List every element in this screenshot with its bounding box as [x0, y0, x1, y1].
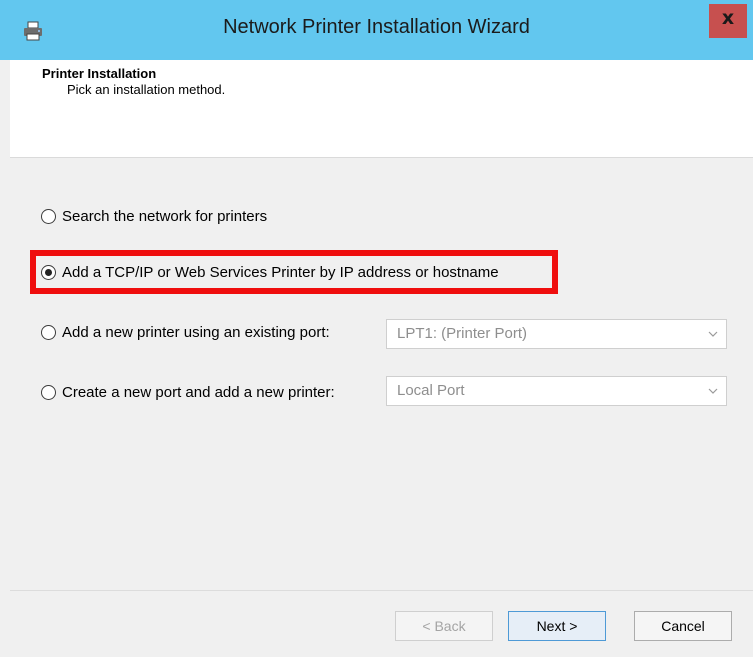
- chevron-down-icon: [708, 388, 718, 394]
- option-label: Add a TCP/IP or Web Services Printer by …: [62, 263, 499, 281]
- option-label: Add a new printer using an existing port…: [62, 323, 330, 341]
- wizard-window: Network Printer Installation Wizard x Pr…: [0, 0, 753, 657]
- radio-search-network[interactable]: [41, 208, 56, 224]
- back-button[interactable]: < Back: [395, 611, 493, 641]
- option-label: Create a new port and add a new printer:: [62, 383, 335, 401]
- option-label: Search the network for printers: [62, 207, 268, 225]
- title-bar[interactable]: Network Printer Installation Wizard x: [0, 0, 753, 60]
- option-tcpip-printer[interactable]: Add a TCP/IP or Web Services Printer by …: [41, 260, 499, 284]
- existing-port-select[interactable]: LPT1: (Printer Port): [386, 319, 727, 349]
- existing-port-value: LPT1: (Printer Port): [397, 325, 528, 342]
- chevron-down-icon: [708, 331, 718, 337]
- window-title: Network Printer Installation Wizard: [223, 16, 530, 38]
- page-title: Printer Installation: [42, 66, 157, 81]
- option-search-network[interactable]: Search the network for printers: [41, 204, 267, 228]
- radio-tcpip-printer[interactable]: [41, 264, 56, 280]
- next-button[interactable]: Next >: [508, 611, 606, 641]
- wizard-header: Printer Installation Pick an installatio…: [10, 60, 753, 158]
- option-new-port[interactable]: Create a new port and add a new printer:: [41, 380, 335, 404]
- radio-new-port[interactable]: [41, 384, 56, 400]
- new-port-value: Local Port: [397, 382, 465, 399]
- new-port-select[interactable]: Local Port: [386, 376, 727, 406]
- radio-existing-port[interactable]: [41, 324, 56, 340]
- option-existing-port[interactable]: Add a new printer using an existing port…: [41, 320, 330, 344]
- footer-divider: [10, 590, 753, 591]
- close-button[interactable]: x: [709, 4, 747, 38]
- page-subtitle: Pick an installation method.: [67, 82, 226, 97]
- cancel-button[interactable]: Cancel: [634, 611, 732, 641]
